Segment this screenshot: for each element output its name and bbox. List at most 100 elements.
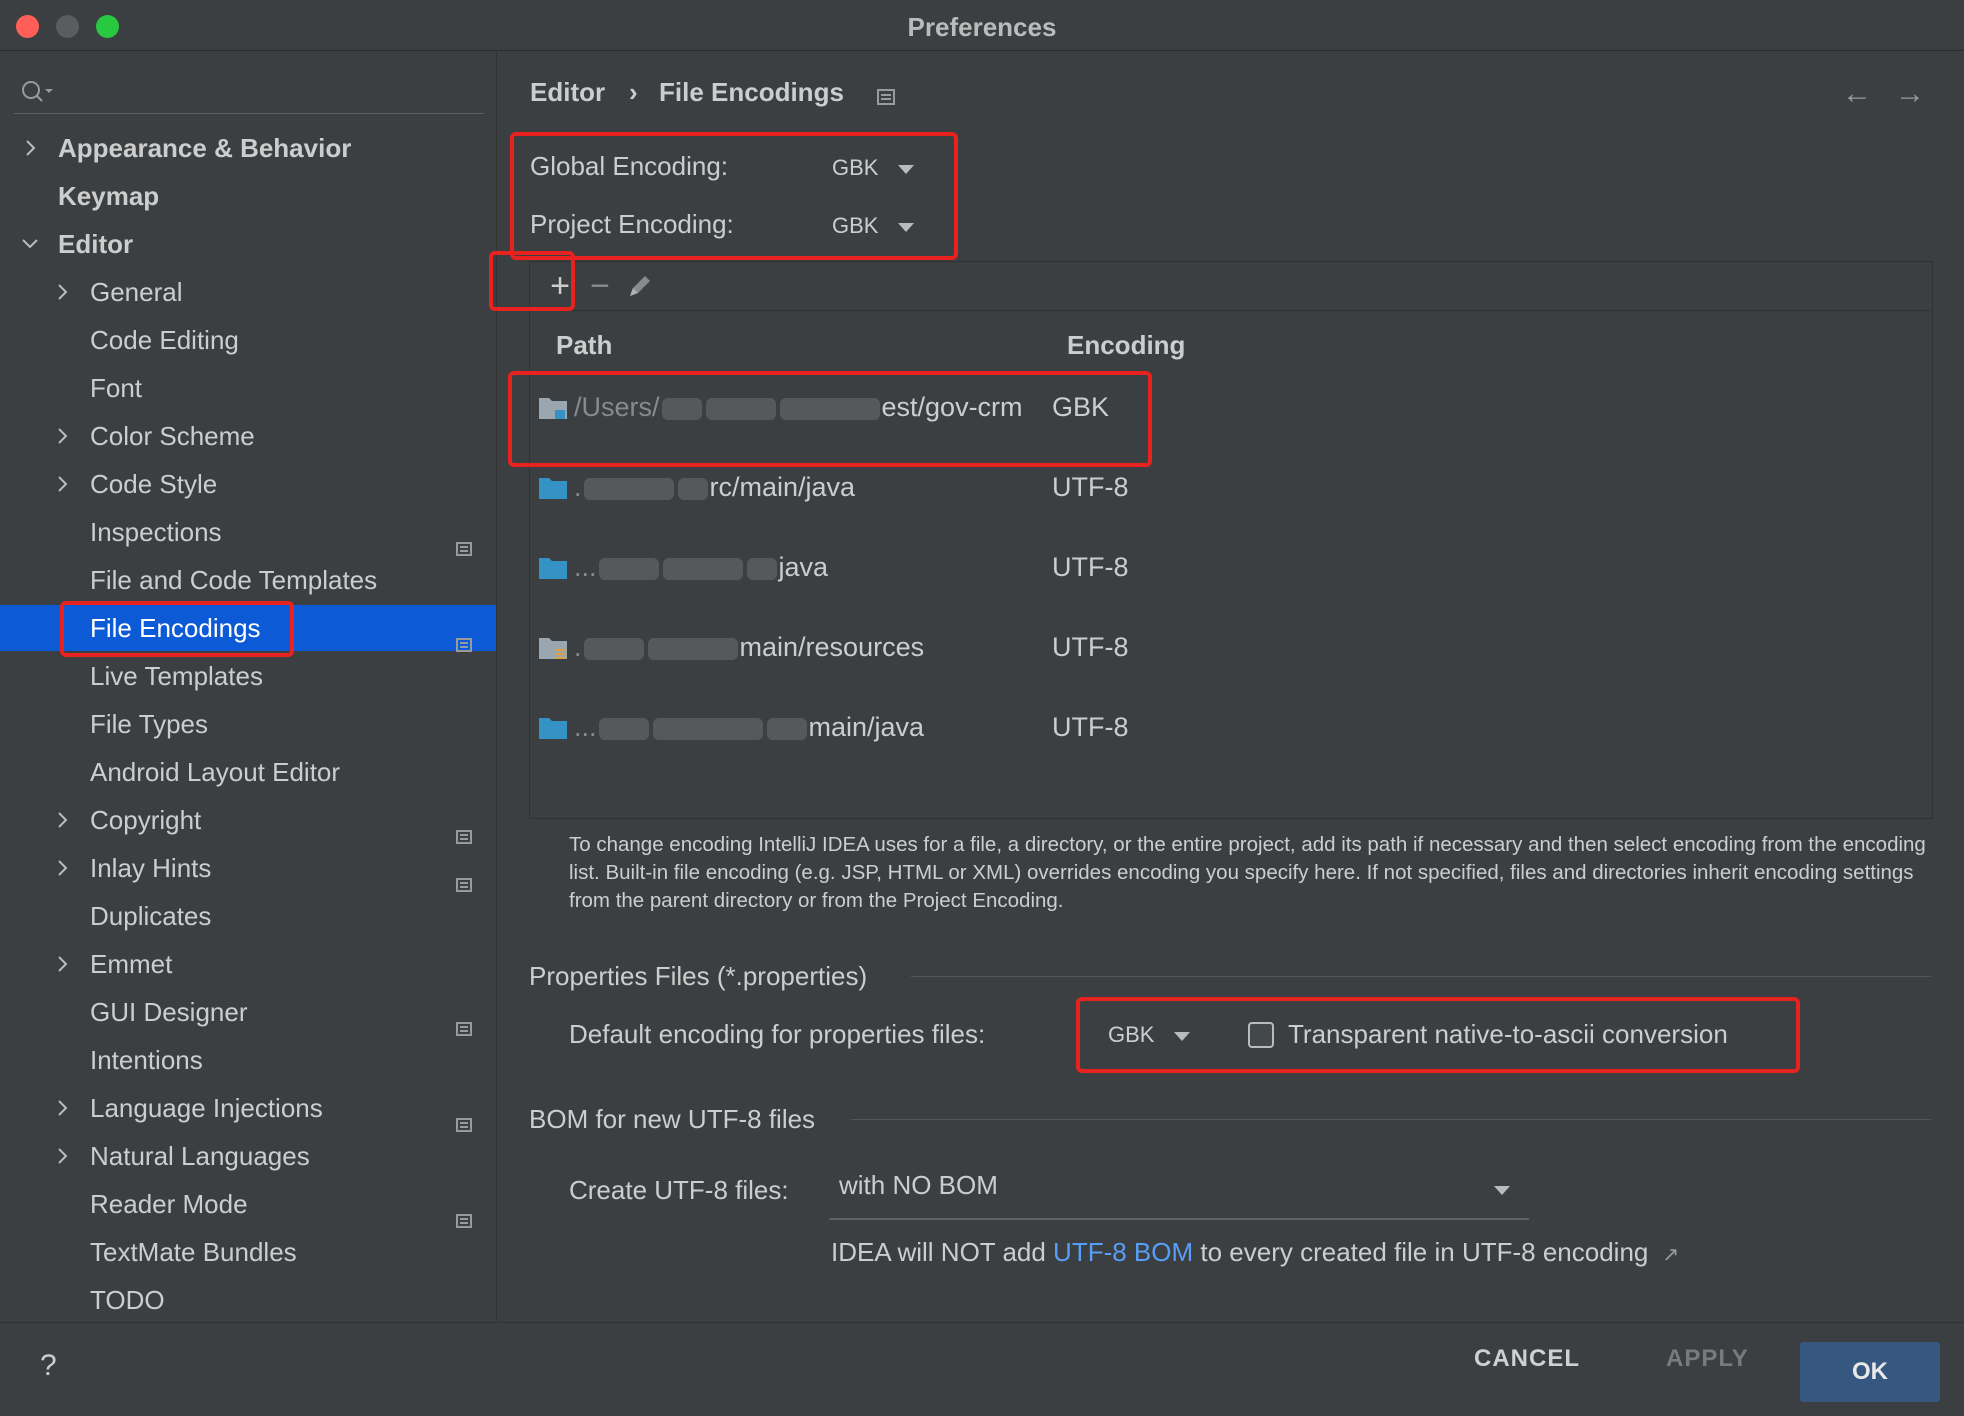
sidebar-item-general[interactable]: General: [0, 269, 496, 315]
encoding-cell[interactable]: UTF-8: [1052, 552, 1129, 583]
chevron-right-icon[interactable]: [52, 461, 78, 507]
create-utf8-label: Create UTF-8 files:: [569, 1175, 789, 1205]
sidebar-item-label: Language Injections: [90, 1093, 323, 1123]
encoding-cell[interactable]: UTF-8: [1052, 632, 1129, 663]
highlight-encoding-box: [510, 132, 958, 260]
sidebar-item-label: Code Style: [90, 469, 218, 499]
sidebar-item-label: Inlay Hints: [90, 853, 212, 883]
redacted-path-segment: [598, 717, 649, 740]
chevron-right-icon[interactable]: [52, 845, 78, 891]
sidebar-item-label: Appearance & Behavior: [58, 133, 352, 163]
source-folder-icon: [538, 715, 568, 746]
sidebar-item-label: Natural Languages: [90, 1141, 310, 1171]
settings-search-input[interactable]: [14, 73, 484, 114]
sidebar-item-color-scheme[interactable]: Color Scheme: [0, 413, 496, 459]
sidebar-item-font[interactable]: Font: [0, 365, 496, 411]
remove-path-button[interactable]: −: [580, 266, 620, 306]
sidebar-item-inspections[interactable]: Inspections: [0, 509, 496, 556]
edit-path-button[interactable]: [620, 266, 660, 306]
ok-button[interactable]: OK: [1800, 1342, 1940, 1402]
highlight-first-row-box: [508, 371, 1152, 467]
path-column-header[interactable]: Path: [556, 330, 612, 361]
redacted-path-segment: [677, 477, 708, 500]
sidebar-item-copyright[interactable]: Copyright: [0, 797, 496, 844]
apply-button[interactable]: APPLY: [1666, 1345, 1749, 1373]
sidebar-item-duplicates[interactable]: Duplicates: [0, 893, 496, 939]
sidebar-item-natural-languages[interactable]: Natural Languages: [0, 1133, 496, 1179]
table-row[interactable]: ... main/java UTF-8: [530, 696, 1932, 758]
sidebar-item-live-templates[interactable]: Live Templates: [0, 653, 496, 699]
chevron-right-icon[interactable]: [52, 941, 78, 987]
sidebar-item-label: TextMate Bundles: [90, 1237, 297, 1267]
sidebar-item-keymap[interactable]: Keymap: [0, 173, 496, 219]
sidebar-item-label: Reader Mode: [90, 1189, 248, 1219]
properties-section-title: Properties Files (*.properties): [529, 961, 868, 991]
bom-combo-value: with NO BOM: [839, 1170, 998, 1200]
sidebar-item-label: File and Code Templates: [90, 565, 378, 595]
project-scope-icon: [456, 620, 472, 652]
highlight-selected-item-box: [60, 601, 294, 657]
breadcrumb-editor[interactable]: Editor: [530, 77, 605, 108]
cancel-button[interactable]: CANCEL: [1474, 1345, 1580, 1373]
sidebar-item-label: Intentions: [90, 1045, 203, 1075]
sidebar-item-language-injections[interactable]: Language Injections: [0, 1085, 496, 1132]
path-prefix: ...: [574, 552, 597, 582]
path-cell: ... main/java: [574, 712, 924, 743]
external-link-icon[interactable]: ↗: [1662, 1244, 1679, 1266]
sidebar-item-appearance-behavior[interactable]: Appearance & Behavior: [0, 125, 496, 171]
table-toolbar: + −: [530, 262, 1932, 311]
chevron-right-icon[interactable]: [52, 413, 78, 459]
redacted-path-segment: [583, 637, 644, 660]
encoding-cell[interactable]: UTF-8: [1052, 472, 1129, 503]
forward-arrow-icon[interactable]: →: [1895, 77, 1925, 111]
sidebar-item-code-editing[interactable]: Code Editing: [0, 317, 496, 363]
pencil-icon: [630, 276, 650, 296]
path-suffix: rc/main/java: [709, 472, 856, 502]
path-cell: . main/resources: [574, 632, 924, 663]
bom-combo[interactable]: with NO BOM: [829, 1162, 1529, 1220]
help-button[interactable]: ?: [40, 1349, 57, 1383]
project-scope-icon: [456, 524, 472, 556]
encoding-cell[interactable]: UTF-8: [1052, 712, 1129, 743]
sidebar-item-label: Live Templates: [90, 661, 263, 691]
sidebar-item-emmet[interactable]: Emmet: [0, 941, 496, 987]
sidebar-item-label: Editor: [58, 229, 134, 259]
back-arrow-icon[interactable]: ←: [1842, 77, 1872, 111]
chevron-right-icon[interactable]: [52, 1133, 78, 1179]
sidebar-item-label: Font: [90, 373, 143, 403]
sidebar-item-editor[interactable]: Editor: [0, 221, 496, 267]
bom-note-after: to every created file in UTF-8 encoding: [1193, 1237, 1649, 1267]
path-encoding-table: + − Path Encoding /Users/est/gov-crm GBK.…: [529, 261, 1933, 819]
sidebar-item-label: Copyright: [90, 805, 202, 835]
sidebar-item-textmate-bundles[interactable]: TextMate Bundles: [0, 1229, 496, 1275]
utf8-bom-link[interactable]: UTF-8 BOM: [1053, 1237, 1193, 1267]
sidebar-item-gui-designer[interactable]: GUI Designer: [0, 989, 496, 1036]
sidebar-item-label: TODO: [90, 1285, 165, 1315]
chevron-down-icon[interactable]: [20, 221, 46, 267]
window-title: Preferences: [907, 12, 1057, 42]
encoding-column-header[interactable]: Encoding: [1067, 330, 1185, 361]
chevron-right-icon[interactable]: [52, 797, 78, 843]
table-row[interactable]: ... java UTF-8: [530, 536, 1932, 598]
sidebar-item-android-layout-editor[interactable]: Android Layout Editor: [0, 749, 496, 795]
highlight-properties-box: [1076, 997, 1800, 1073]
title-bar: Preferences: [0, 0, 1964, 51]
redacted-path-segment: [746, 557, 777, 580]
path-suffix: java: [778, 552, 829, 582]
sidebar-item-label: Inspections: [90, 517, 222, 547]
sidebar-item-label: Keymap: [58, 181, 160, 211]
chevron-right-icon[interactable]: [52, 269, 78, 315]
table-row[interactable]: . main/resources UTF-8: [530, 616, 1932, 678]
sidebar-item-todo[interactable]: TODO: [0, 1277, 496, 1323]
bom-note-before: IDEA will NOT add: [831, 1237, 1054, 1267]
redacted-path-segment: [647, 637, 738, 660]
sidebar-item-intentions[interactable]: Intentions: [0, 1037, 496, 1083]
sidebar-item-code-style[interactable]: Code Style: [0, 461, 496, 507]
sidebar-item-inlay-hints[interactable]: Inlay Hints: [0, 845, 496, 892]
chevron-right-icon[interactable]: [20, 125, 46, 171]
sidebar-item-file-and-code-templates[interactable]: File and Code Templates: [0, 557, 496, 603]
sidebar-item-file-types[interactable]: File Types: [0, 701, 496, 747]
sidebar-item-reader-mode[interactable]: Reader Mode: [0, 1181, 496, 1228]
chevron-right-icon[interactable]: [52, 1085, 78, 1131]
resources-folder-icon: [538, 635, 568, 666]
